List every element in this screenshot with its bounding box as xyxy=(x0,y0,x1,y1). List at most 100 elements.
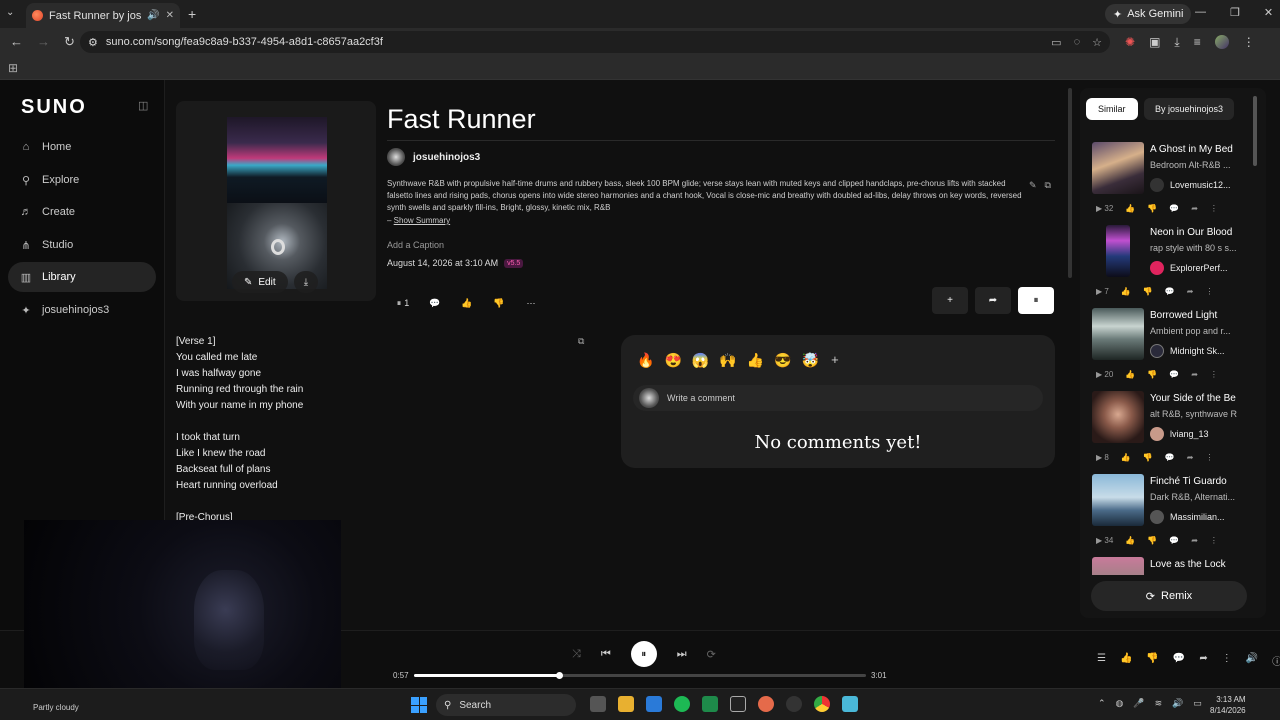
similar-song-item[interactable]: A Ghost in My Bed Bedroom Alt-R&B ... Lo… xyxy=(1092,142,1257,222)
volume-icon[interactable]: 🔊 xyxy=(1246,653,1258,668)
forward-icon[interactable]: → xyxy=(37,34,50,50)
url-field[interactable]: ⚙ suno.com/song/fea9c8a9-b337-4954-a8d1-… xyxy=(80,31,1110,53)
taskbar-search[interactable]: ⚲ Search xyxy=(436,694,576,716)
sidebar-item-profile[interactable]: ✦ josuehinojos3 xyxy=(8,295,156,325)
song-thumbnail[interactable] xyxy=(1092,142,1144,194)
restore-icon[interactable]: ❐ xyxy=(1230,6,1240,19)
mic-icon[interactable]: 🎤 xyxy=(1133,698,1144,709)
reaction-sunglasses[interactable]: 😎 xyxy=(774,352,791,369)
thumbs-down-icon[interactable]: 👎 xyxy=(1146,653,1158,668)
task-view-icon[interactable] xyxy=(590,696,606,712)
apps-grid-icon[interactable]: ⊞ xyxy=(8,61,18,75)
sidebar-item-create[interactable]: ♬ Create xyxy=(8,197,156,227)
back-icon[interactable]: ← xyxy=(10,34,23,50)
more-button[interactable]: ⋯ xyxy=(515,292,547,314)
comment-icon[interactable]: 💬 xyxy=(1165,287,1175,296)
share-icon[interactable]: ➦ xyxy=(1191,370,1198,379)
share-icon[interactable]: ➦ xyxy=(1187,287,1194,296)
like-button[interactable]: 👍 xyxy=(451,292,483,314)
right-panel-scrollbar[interactable] xyxy=(1253,96,1257,166)
play-count-label[interactable]: ▶ 7 xyxy=(1096,287,1109,296)
collapse-sidebar-icon[interactable]: ◫ xyxy=(138,99,148,112)
comment-icon[interactable]: 💬 xyxy=(1173,653,1185,668)
reaction-mind-blown[interactable]: 🤯 xyxy=(802,352,819,369)
reaction-fire[interactable]: 🔥 xyxy=(637,352,654,369)
share-button[interactable]: ➦ xyxy=(975,287,1011,314)
edit-description-icon[interactable]: ✎ xyxy=(1029,180,1037,191)
thumbs-up-icon[interactable]: 👍 xyxy=(1120,653,1132,668)
similar-song-item[interactable]: Love as the Lock xyxy=(1092,557,1257,575)
extension-icon[interactable]: ✺ xyxy=(1125,35,1135,50)
more-dots-icon[interactable]: ⋮ xyxy=(1210,370,1218,379)
wifi-icon[interactable]: ≋ xyxy=(1155,698,1163,709)
play-count-label[interactable]: ▶ 32 xyxy=(1096,204,1113,213)
similar-song-title[interactable]: A Ghost in My Bed xyxy=(1150,144,1254,155)
excel-icon[interactable] xyxy=(702,696,718,712)
network-icon[interactable]: ◍ xyxy=(1116,698,1124,709)
add-to-playlist-button[interactable]: + xyxy=(932,287,968,314)
share-icon[interactable]: ➦ xyxy=(1191,204,1198,213)
queue-icon[interactable]: ☰ xyxy=(1097,653,1106,668)
download-icon[interactable]: ⤓ xyxy=(1174,35,1179,50)
pause-button[interactable]: ⏸ xyxy=(1018,287,1054,314)
similar-song-title[interactable]: Your Side of the Be xyxy=(1150,393,1254,404)
epic-games-icon[interactable] xyxy=(730,696,746,712)
song-thumbnail[interactable] xyxy=(1092,308,1144,360)
sidebar-item-library[interactable]: ▥ Library xyxy=(8,262,156,292)
artist-avatar[interactable] xyxy=(387,148,405,166)
song-thumbnail[interactable] xyxy=(1092,474,1144,526)
share-icon[interactable]: ➦ xyxy=(1187,453,1194,462)
thumbs-up-icon[interactable]: 👍 xyxy=(1125,536,1135,545)
battery-icon[interactable]: ▭ xyxy=(1193,698,1202,709)
similar-song-item[interactable]: Neon in Our Blood rap style with 80 s s.… xyxy=(1092,225,1257,305)
notepad-icon[interactable] xyxy=(842,696,858,712)
reaction-heart-eyes[interactable]: 😍 xyxy=(664,352,681,369)
song-cover-art[interactable]: ✎ Edit ⤓ xyxy=(176,101,376,301)
similar-song-title[interactable]: Love as the Lock xyxy=(1150,559,1254,570)
similar-song-user[interactable]: lviang_13 xyxy=(1150,427,1209,441)
reaction-thumbs-up[interactable]: 👍 xyxy=(747,352,764,369)
comment-icon[interactable]: 💬 xyxy=(1165,453,1175,462)
chevron-up-icon[interactable]: ⌃ xyxy=(1098,698,1106,709)
song-thumbnail[interactable] xyxy=(1092,391,1144,443)
minimize-icon[interactable]: — xyxy=(1195,6,1206,19)
thumbs-down-icon[interactable]: 👎 xyxy=(1147,536,1157,545)
similar-song-item[interactable]: Finché Ti Guardo Dark R&B, Alternati... … xyxy=(1092,474,1257,554)
similar-song-title[interactable]: Finché Ti Guardo xyxy=(1150,476,1254,487)
song-thumbnail[interactable] xyxy=(1092,557,1144,575)
repeat-icon[interactable]: ⟳ xyxy=(707,648,716,661)
comment-icon[interactable]: 💬 xyxy=(1169,536,1179,545)
store-icon[interactable] xyxy=(646,696,662,712)
sidebar-item-home[interactable]: ⌂ Home xyxy=(8,132,156,162)
thumbs-up-icon[interactable]: 👍 xyxy=(1125,204,1135,213)
spotify-icon[interactable] xyxy=(674,696,690,712)
next-icon[interactable]: ⏭ xyxy=(677,648,687,661)
eye-off-icon[interactable]: ◌ xyxy=(1074,36,1081,49)
reaction-raised-hands[interactable]: 🙌 xyxy=(719,352,736,369)
play-pause-button[interactable]: ⏸ xyxy=(630,641,657,667)
play-count-label[interactable]: ▶ 20 xyxy=(1096,370,1113,379)
thumbs-up-icon[interactable]: 👍 xyxy=(1125,370,1135,379)
edit-cover-button[interactable]: ✎ Edit xyxy=(232,271,288,293)
cast-icon[interactable]: ▭ xyxy=(1051,36,1061,49)
more-dots-icon[interactable]: ⋮ xyxy=(1210,536,1218,545)
sidebar-item-studio[interactable]: ⋔ Studio xyxy=(8,230,156,260)
main-scrollbar[interactable] xyxy=(1068,88,1072,278)
similar-song-item[interactable]: Your Side of the Be alt R&B, synthwave R… xyxy=(1092,391,1257,471)
similar-song-item[interactable]: Borrowed Light Ambient pop and r... Midn… xyxy=(1092,308,1257,388)
weather-text[interactable]: Partly cloudy xyxy=(33,703,79,712)
artist-row[interactable]: josuehinojos3 xyxy=(387,148,480,166)
info-icon[interactable]: ⓘ xyxy=(1272,653,1280,668)
menu-dots-icon[interactable]: ⋮ xyxy=(1243,35,1255,50)
add-reaction-icon[interactable]: + xyxy=(831,352,839,369)
reaction-scream[interactable]: 😱 xyxy=(692,352,709,369)
chrome-icon[interactable] xyxy=(814,696,830,712)
bookmark-star-icon[interactable]: ☆ xyxy=(1092,36,1102,49)
comment-button[interactable]: 💬 xyxy=(419,292,451,314)
share-icon[interactable]: ➦ xyxy=(1191,536,1198,545)
comment-icon[interactable]: 💬 xyxy=(1169,370,1179,379)
speaker-icon[interactable]: 🔊 xyxy=(147,10,159,21)
copy-lyrics-icon[interactable]: ⧉ xyxy=(578,336,584,347)
comment-input[interactable]: Write a comment xyxy=(633,385,1043,411)
close-window-icon[interactable]: ✕ xyxy=(1264,6,1273,19)
